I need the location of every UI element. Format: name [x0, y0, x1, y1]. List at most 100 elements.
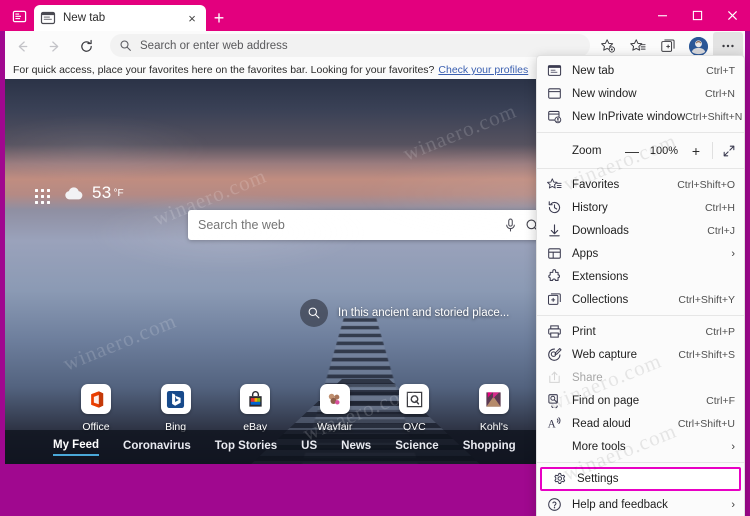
apps-icon [545, 245, 563, 263]
new-window-icon [545, 85, 563, 103]
hero-search-icon[interactable] [300, 299, 328, 327]
ebay-icon [240, 384, 271, 414]
tab-actions-icon[interactable] [8, 5, 30, 27]
back-icon[interactable] [7, 32, 37, 60]
zoom-out-button[interactable]: — [619, 140, 645, 162]
menu-item-label: Share [572, 371, 603, 384]
shortcut-kohls[interactable]: Kohl's [463, 384, 525, 433]
menu-item-label: Extensions [572, 270, 629, 283]
menu-item-collections[interactable]: Collections Ctrl+Shift+Y [537, 288, 744, 311]
feed-tab-my-feed[interactable]: My Feed [53, 439, 100, 456]
feed-tab-us[interactable]: US [301, 440, 317, 455]
menu-item-web-capture[interactable]: Web capture Ctrl+Shift+S [537, 343, 744, 366]
chevron-right-icon: › [731, 440, 735, 453]
menu-item-new-inprivate-window[interactable]: New InPrivate window Ctrl+Shift+N [537, 105, 744, 128]
avatar [688, 36, 708, 56]
menu-item-more-tools[interactable]: More tools › [537, 435, 744, 458]
new-tab-button[interactable]: + [208, 7, 230, 29]
menu-item-accelerator: Ctrl+T [706, 64, 735, 77]
menu-item-label: Find on page [572, 394, 640, 407]
feed-tab-news[interactable]: News [341, 440, 371, 455]
share-icon [545, 369, 563, 387]
menu-separator [537, 168, 744, 169]
menu-item-read-aloud[interactable]: A Read aloud Ctrl+Shift+U [537, 412, 744, 435]
menu-item-downloads[interactable]: Downloads Ctrl+J [537, 219, 744, 242]
zoom-in-button[interactable]: + [683, 140, 709, 162]
menu-item-new-window[interactable]: New window Ctrl+N [537, 82, 744, 105]
more-tools-icon [545, 438, 563, 456]
hero-caption[interactable]: In this ancient and storied place... [300, 299, 509, 327]
menu-item-extensions[interactable]: Extensions [537, 265, 744, 288]
menu-item-apps[interactable]: Apps › [537, 242, 744, 265]
feed-tab-shopping[interactable]: Shopping [463, 440, 516, 455]
address-bar-input[interactable]: Search or enter web address [140, 40, 288, 52]
collections-icon [545, 291, 563, 309]
menu-item-label: New InPrivate window [572, 110, 686, 123]
search-icon [119, 39, 132, 52]
microphone-icon[interactable] [499, 218, 521, 233]
menu-item-label: Help and feedback [572, 498, 668, 511]
weather-widget[interactable]: 53 °F [63, 183, 124, 203]
shortcut-qvc[interactable]: QVC [383, 384, 445, 433]
shortcut-office[interactable]: Office [65, 384, 127, 433]
menu-item-accelerator: Ctrl+Shift+O [677, 178, 735, 191]
feed-tab-science[interactable]: Science [395, 440, 438, 455]
menu-item-accelerator: Ctrl+P [705, 325, 735, 338]
edge-browser-window: New tab × + Search or enter web address … [0, 0, 750, 516]
fullscreen-icon[interactable] [716, 140, 742, 162]
menu-item-label: Print [572, 325, 596, 338]
shortcut-ebay[interactable]: eBay [224, 384, 286, 433]
menu-item-label: Web capture [572, 348, 637, 361]
forward-icon[interactable] [39, 32, 69, 60]
svg-text:A: A [547, 419, 556, 431]
search-input[interactable]: Search the web [198, 218, 499, 232]
menu-item-accelerator: Ctrl+Shift+U [677, 417, 735, 430]
title-bar: New tab × + [0, 0, 750, 31]
menu-item-label: Read aloud [572, 417, 631, 430]
menu-item-label: Favorites [572, 178, 620, 191]
tab-favicon [40, 10, 56, 26]
menu-item-settings[interactable]: Settings [540, 467, 741, 491]
chevron-right-icon: › [731, 247, 735, 260]
settings-and-more-menu: New tab Ctrl+T New window Ctrl+N New InP… [536, 55, 745, 516]
feed-tab-top-stories[interactable]: Top Stories [215, 440, 277, 455]
menu-item-share: Share [537, 366, 744, 389]
minimize-icon[interactable] [645, 0, 680, 31]
menu-item-accelerator: Ctrl+F [706, 394, 735, 407]
feed-tab-coronavirus[interactable]: Coronavirus [123, 440, 191, 455]
menu-item-print[interactable]: Print Ctrl+P [537, 320, 744, 343]
menu-item-favorites[interactable]: Favorites Ctrl+Shift+O [537, 173, 744, 196]
weather-unit: °F [113, 187, 124, 199]
maximize-icon[interactable] [680, 0, 715, 31]
browser-tab[interactable]: New tab × [34, 5, 206, 31]
print-icon [545, 323, 563, 341]
menu-separator [537, 315, 744, 316]
menu-item-history[interactable]: History Ctrl+H [537, 196, 744, 219]
address-bar[interactable]: Search or enter web address [110, 34, 590, 57]
all-apps-icon[interactable] [33, 187, 53, 207]
web-capture-icon [545, 346, 563, 364]
read-aloud-icon: A [545, 415, 563, 433]
shortcut-bing[interactable]: Bing [145, 384, 207, 433]
check-your-profiles-link[interactable]: Check your profiles [438, 64, 528, 76]
close-icon[interactable]: × [184, 10, 200, 26]
bing-icon [160, 384, 191, 414]
help-icon [545, 496, 563, 514]
shortcut-wayfair[interactable]: Wayfair [304, 384, 366, 433]
close-window-icon[interactable] [715, 0, 750, 31]
menu-item-accelerator: Ctrl+J [707, 224, 735, 237]
refresh-icon[interactable] [71, 32, 101, 60]
menu-zoom-row: Zoom — 100% + [537, 137, 744, 164]
favorites-bar-hint: For quick access, place your favorites h… [13, 64, 435, 76]
menu-item-find-on-page[interactable]: Find on page Ctrl+F [537, 389, 744, 412]
menu-item-help-and-feedback[interactable]: Help and feedback › [537, 493, 744, 516]
shortcut-tiles: Office Bing eBay Wayfair QVC Kohl's [65, 384, 525, 433]
tab-title: New tab [63, 12, 106, 24]
menu-item-new-tab[interactable]: New tab Ctrl+T [537, 59, 744, 82]
gear-icon [550, 470, 568, 488]
zoom-level-value: 100% [649, 144, 679, 157]
office-icon [81, 384, 111, 414]
chevron-right-icon: › [731, 498, 735, 511]
menu-item-label: History [572, 201, 608, 214]
search-the-web-box[interactable]: Search the web [188, 210, 553, 240]
